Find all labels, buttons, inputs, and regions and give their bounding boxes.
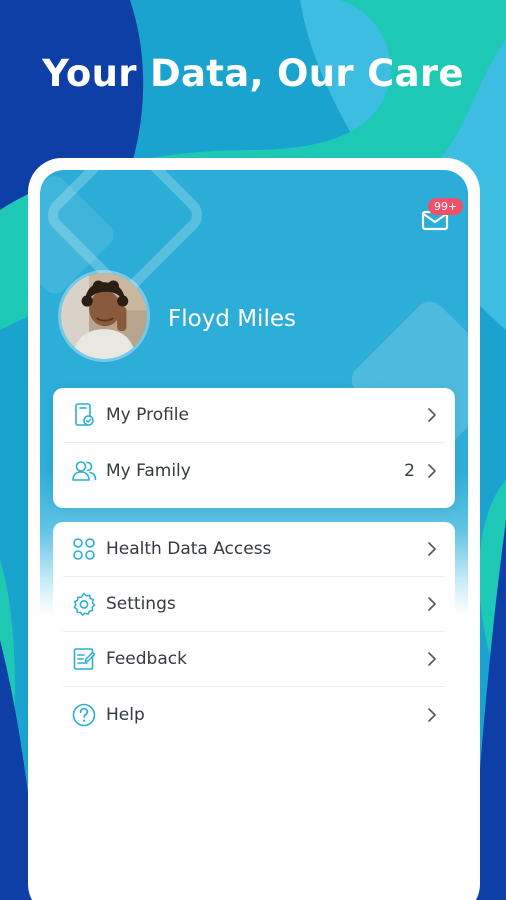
chevron-right-icon bbox=[425, 595, 439, 613]
family-count: 2 bbox=[404, 460, 415, 481]
menu-card-secondary: Health Data Access Settings Feedback Hel… bbox=[53, 522, 455, 748]
help-icon bbox=[71, 702, 97, 728]
menu-item-label: My Profile bbox=[106, 405, 189, 425]
menu-item-feedback[interactable]: Feedback bbox=[63, 632, 445, 687]
menu-item-settings[interactable]: Settings bbox=[63, 577, 445, 632]
menu-item-help[interactable]: Help bbox=[63, 687, 445, 742]
family-icon bbox=[71, 458, 97, 484]
app-screen: 99+ Floyd Miles My Profile My Family 2 H… bbox=[40, 170, 468, 900]
chevron-right-icon bbox=[425, 462, 439, 480]
chevron-right-icon bbox=[425, 406, 439, 424]
chevron-right-icon bbox=[425, 706, 439, 724]
notification-badge: 99+ bbox=[428, 198, 464, 215]
menu-item-label: My Family bbox=[106, 460, 191, 481]
chevron-right-icon bbox=[425, 650, 439, 668]
avatar[interactable] bbox=[58, 270, 150, 362]
menu-item-my-family[interactable]: My Family 2 bbox=[63, 443, 445, 498]
menu-card-primary: My Profile My Family 2 bbox=[53, 388, 455, 508]
menu-item-label: Help bbox=[106, 704, 145, 725]
phone-frame: 99+ Floyd Miles My Profile My Family 2 H… bbox=[28, 158, 480, 900]
menu-item-label: Settings bbox=[106, 594, 176, 614]
feedback-icon bbox=[71, 646, 97, 672]
chevron-right-icon bbox=[425, 540, 439, 558]
headline: Your Data, Our Care bbox=[42, 52, 464, 95]
grid-icon bbox=[71, 536, 97, 562]
user-name: Floyd Miles bbox=[168, 306, 296, 332]
profile-card-icon bbox=[71, 402, 97, 428]
gear-icon bbox=[71, 591, 97, 617]
menu-item-label: Health Data Access bbox=[106, 539, 272, 559]
avatar-photo bbox=[61, 273, 147, 359]
menu-item-health-data-access[interactable]: Health Data Access bbox=[63, 522, 445, 577]
menu-item-label: Feedback bbox=[106, 649, 187, 669]
menu-item-my-profile[interactable]: My Profile bbox=[63, 388, 445, 443]
